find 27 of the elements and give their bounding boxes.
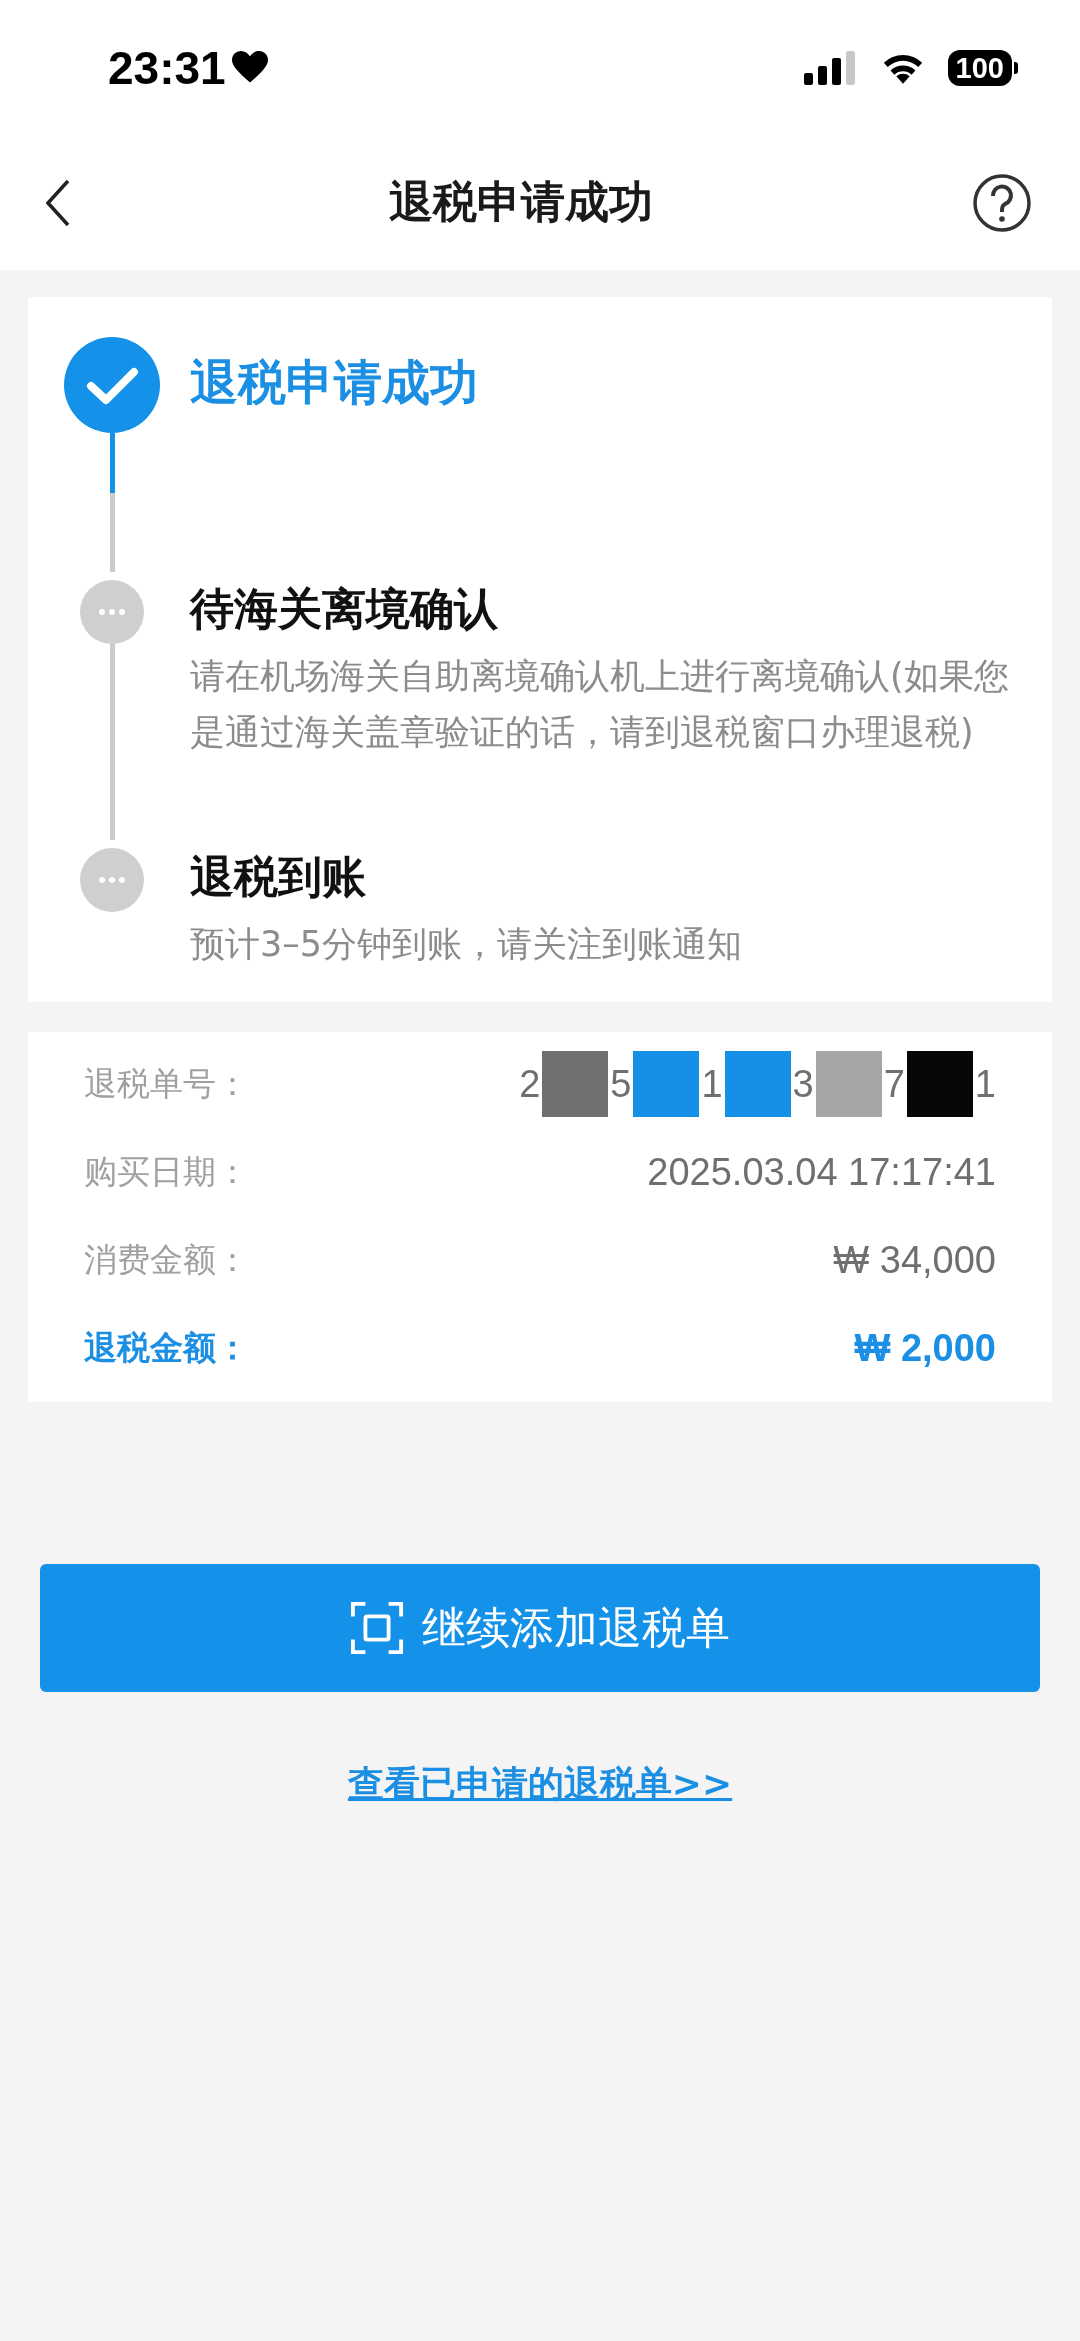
detail-label: 购买日期： bbox=[84, 1150, 249, 1193]
detail-value: ₩ 2,000 bbox=[854, 1326, 996, 1370]
order-number-fragment: 2 bbox=[519, 1062, 541, 1106]
order-number-fragment: 3 bbox=[792, 1062, 814, 1106]
signal-icon bbox=[803, 50, 858, 85]
step-description: 请在机场海关自助离境确认机上进行离境确认(如果您是通过海关盖章验证的话，请到退税窗口办理退税) bbox=[190, 655, 1010, 754]
detail-value: 2025.03.04 17:17:41 bbox=[647, 1150, 996, 1194]
order-number-fragment: 7 bbox=[883, 1062, 905, 1106]
step-title: 退税到账 bbox=[190, 850, 367, 904]
page-title: 退税申请成功 bbox=[389, 175, 653, 229]
order-number-fragment: 1 bbox=[701, 1062, 723, 1106]
order-number-fragment: 5 bbox=[610, 1062, 632, 1106]
detail-value: ₩ 34,000 bbox=[833, 1238, 996, 1282]
detail-label: 退税金额： bbox=[84, 1326, 249, 1369]
add-refund-button[interactable]: 继续添加退税单 bbox=[40, 1564, 1040, 1692]
status-time: 23:31 bbox=[108, 40, 226, 95]
heart-icon bbox=[231, 51, 268, 84]
help-icon[interactable] bbox=[972, 172, 1032, 233]
detail-label: 消费金额： bbox=[84, 1238, 249, 1281]
order-number-fragment: 1 bbox=[974, 1062, 996, 1106]
scan-icon bbox=[350, 1601, 404, 1655]
back-icon[interactable] bbox=[46, 177, 70, 228]
step-description: 预计3–5分钟到账，请关注到账通知 bbox=[190, 923, 743, 966]
step-title: 待海关离境确认 bbox=[190, 582, 499, 636]
view-refunds-link[interactable]: 查看已申请的退税单>> bbox=[347, 1763, 733, 1804]
step-title: 退税申请成功 bbox=[190, 353, 478, 412]
detail-label: 退税单号： bbox=[84, 1062, 249, 1105]
